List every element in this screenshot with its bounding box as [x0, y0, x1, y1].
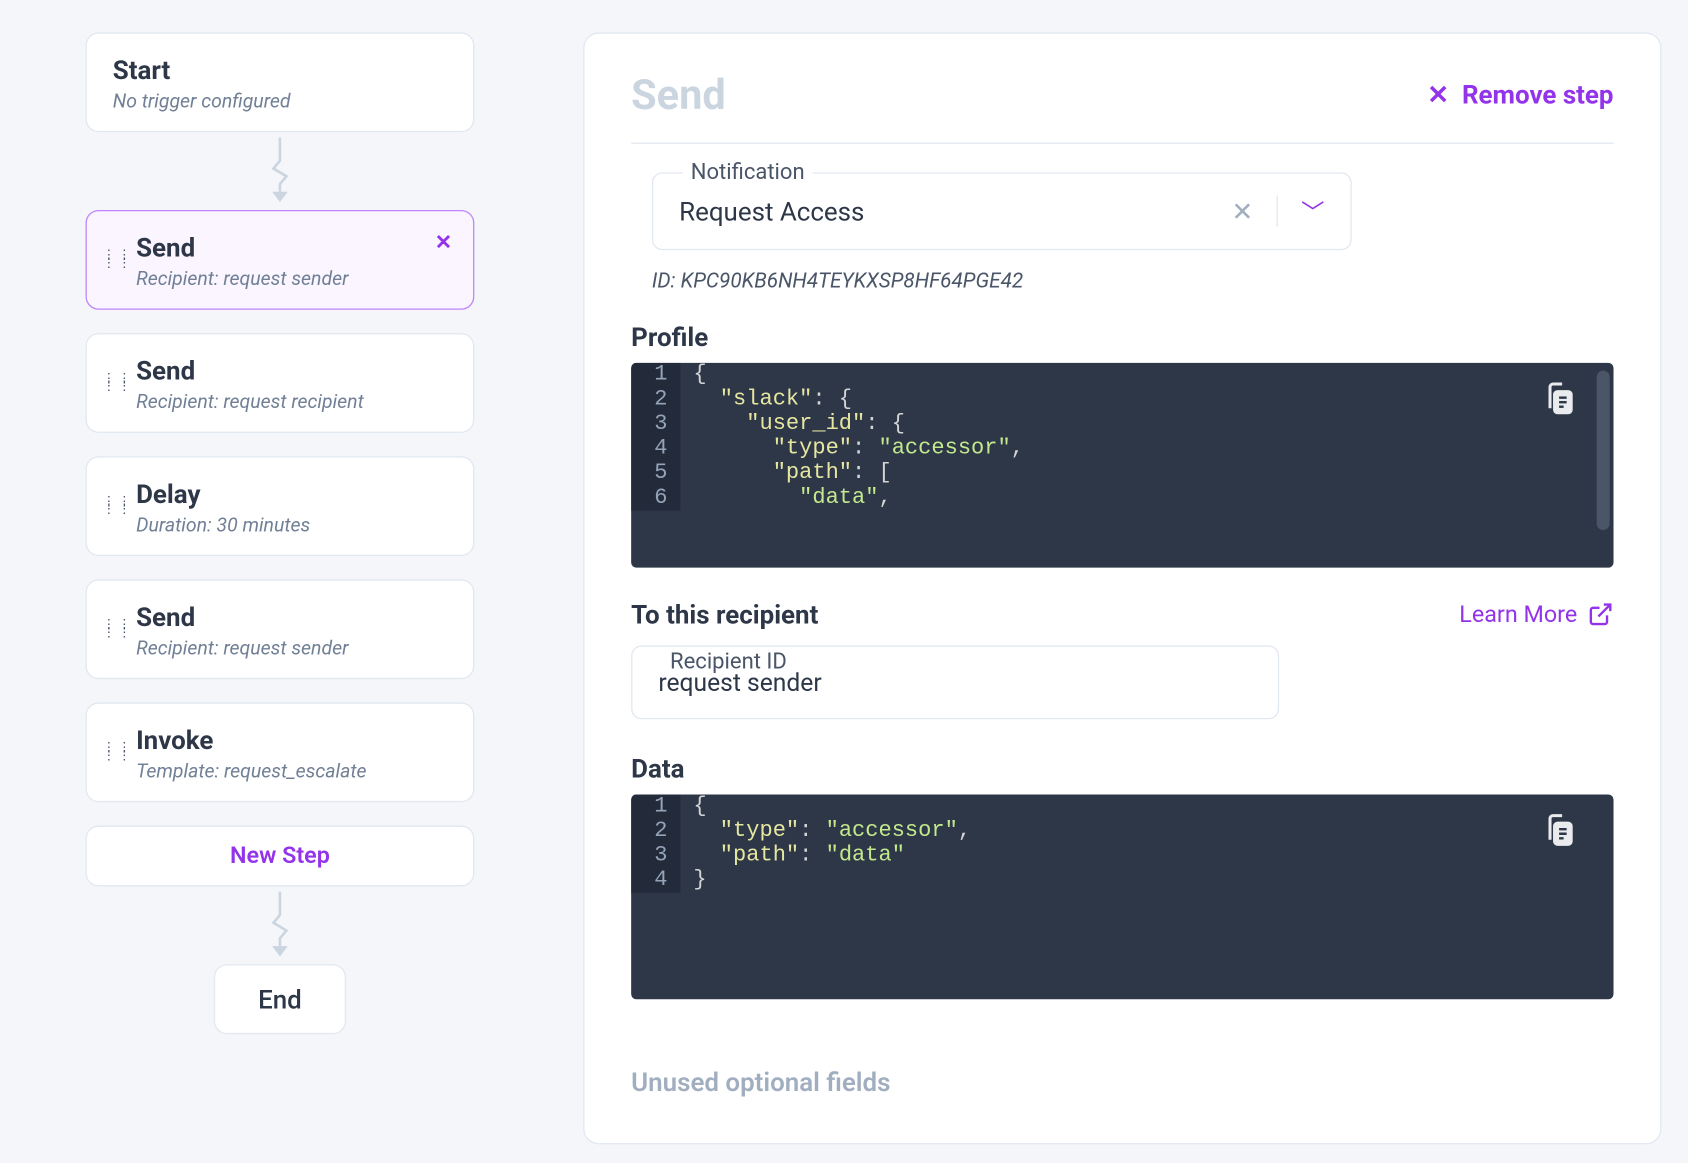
- recipient-id-input[interactable]: request sender: [631, 645, 1279, 719]
- remove-data-button[interactable]: [1660, 896, 1661, 927]
- step-subtitle: Duration: 30 minutes: [136, 513, 447, 536]
- drag-handle-icon[interactable]: ⋮⋮⋮⋮: [102, 498, 133, 514]
- drag-handle-icon[interactable]: ⋮⋮⋮⋮: [102, 375, 133, 391]
- data-section: Data 1{2 "type": "accessor",3 "path": "d…: [631, 753, 1613, 999]
- connector-arrow: [86, 137, 475, 204]
- recipient-heading: To this recipient: [631, 599, 818, 630]
- code-lines: 1{2 "type": "accessor",3 "path": "data"4…: [631, 794, 1613, 892]
- remove-step-icon[interactable]: ✕: [435, 229, 452, 254]
- drag-handle-icon[interactable]: ⋮⋮⋮⋮: [102, 745, 133, 761]
- copy-icon[interactable]: [1541, 813, 1577, 857]
- notification-value: Request Access: [679, 196, 864, 227]
- step-subtitle: Recipient: request sender: [136, 636, 447, 659]
- profile-code-editor[interactable]: 1{2 "slack": {3 "user_id": {4 "type": "a…: [631, 363, 1613, 568]
- data-code-editor[interactable]: 1{2 "type": "accessor",3 "path": "data"4…: [631, 794, 1613, 999]
- step-detail-panel: Send ✕ Remove step Notification Request …: [583, 32, 1661, 1144]
- divider: [1277, 196, 1278, 227]
- workflow-step-invoke[interactable]: ⋮⋮⋮⋮ Invoke Template: request_escalate: [86, 702, 475, 802]
- remove-step-label: Remove step: [1462, 79, 1614, 110]
- workflow-step-send-1[interactable]: ⋮⋮⋮⋮ Send Recipient: request sender ✕: [86, 210, 475, 310]
- recipient-id-value: request sender: [658, 667, 821, 697]
- recipient-header-row: To this recipient Learn More: [631, 599, 1613, 630]
- profile-section: Profile 1{2 "slack": {3 "user_id": {4 "t…: [631, 321, 1613, 567]
- notification-label: Notification: [683, 159, 812, 185]
- step-title: Send: [136, 232, 447, 263]
- drag-handle-icon[interactable]: ⋮⋮⋮⋮: [102, 252, 133, 268]
- step-title: Send: [136, 355, 447, 386]
- close-icon: ✕: [1427, 79, 1449, 110]
- code-lines: 1{2 "slack": {3 "user_id": {4 "type": "a…: [631, 363, 1613, 511]
- step-subtitle: Recipient: request recipient: [136, 390, 447, 413]
- start-node[interactable]: Start No trigger configured: [86, 32, 475, 132]
- workflow-step-send-2[interactable]: ⋮⋮⋮⋮ Send Recipient: request recipient: [86, 333, 475, 433]
- panel-title: Send: [631, 70, 726, 119]
- profile-label: Profile: [631, 321, 1613, 352]
- recipient-field: Recipient ID request sender: [631, 645, 1613, 719]
- start-title: Start: [113, 54, 447, 85]
- drag-handle-icon[interactable]: ⋮⋮⋮⋮: [102, 621, 133, 637]
- start-subtitle: No trigger configured: [113, 89, 447, 112]
- select-controls: ✕ ﹀: [1232, 194, 1325, 228]
- end-label: End: [258, 984, 302, 1015]
- data-label: Data: [631, 753, 1613, 784]
- unused-optional-fields[interactable]: Unused optional fields: [631, 1067, 1613, 1098]
- remove-profile-button[interactable]: [1660, 425, 1661, 456]
- workflow-step-send-3[interactable]: ⋮⋮⋮⋮ Send Recipient: request sender: [86, 579, 475, 679]
- step-title: Send: [136, 601, 447, 632]
- learn-more-link[interactable]: Learn More: [1459, 601, 1613, 628]
- notification-field: Notification Request Access ✕ ﹀: [652, 172, 1614, 250]
- new-step-button[interactable]: New Step: [86, 826, 475, 887]
- remove-step-button[interactable]: ✕ Remove step: [1427, 79, 1613, 110]
- new-step-label: New Step: [230, 842, 330, 869]
- step-subtitle: Recipient: request sender: [136, 267, 447, 290]
- connector-arrow: [86, 892, 475, 959]
- external-link-icon: [1588, 601, 1614, 627]
- copy-icon[interactable]: [1541, 381, 1577, 425]
- clear-icon[interactable]: ✕: [1232, 196, 1254, 227]
- workflow-step-delay[interactable]: ⋮⋮⋮⋮ Delay Duration: 30 minutes: [86, 456, 475, 556]
- step-title: Delay: [136, 478, 447, 509]
- step-title: Invoke: [136, 724, 447, 755]
- scrollbar[interactable]: [1597, 371, 1610, 531]
- learn-more-label: Learn More: [1459, 601, 1577, 628]
- step-subtitle: Template: request_escalate: [136, 759, 447, 782]
- workflow-column: Start No trigger configured ⋮⋮⋮⋮ Send Re…: [86, 32, 475, 1034]
- notification-id: ID: KPC90KB6NH4TEYKXSP8HF64PGE42: [652, 268, 1614, 293]
- chevron-down-icon[interactable]: ﹀: [1301, 194, 1324, 228]
- end-node: End: [214, 964, 346, 1034]
- panel-header: Send ✕ Remove step: [631, 70, 1613, 144]
